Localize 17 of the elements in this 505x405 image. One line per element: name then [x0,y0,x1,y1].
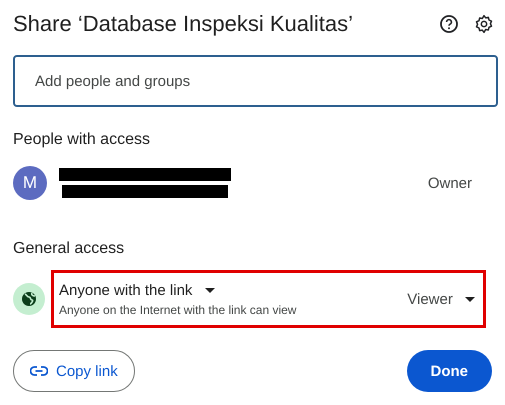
settings-icon[interactable] [474,14,494,34]
done-button[interactable]: Done [406,350,492,392]
dialog-title: Share ‘Database Inspeksi Kualitas’ [13,11,353,37]
section-heading: General access [13,240,126,258]
caret-icon [465,297,475,302]
caret-icon [204,288,215,294]
copy-link-button[interactable]: Copy link [13,350,135,392]
access-scope-dropdown[interactable]: Anyone with the link [59,282,215,298]
help-icon[interactable] [439,14,459,34]
role-label: Owner [428,174,472,192]
role-dropdown[interactable]: Viewer [407,290,475,308]
link-icon [30,366,48,376]
avatar: M [13,166,47,200]
section-heading: People with access [13,131,151,149]
access-description: Anyone on the Internet with the link can view [59,302,296,316]
globe-icon [13,283,45,315]
add-people-field[interactable]: Add people and groups [13,55,498,107]
